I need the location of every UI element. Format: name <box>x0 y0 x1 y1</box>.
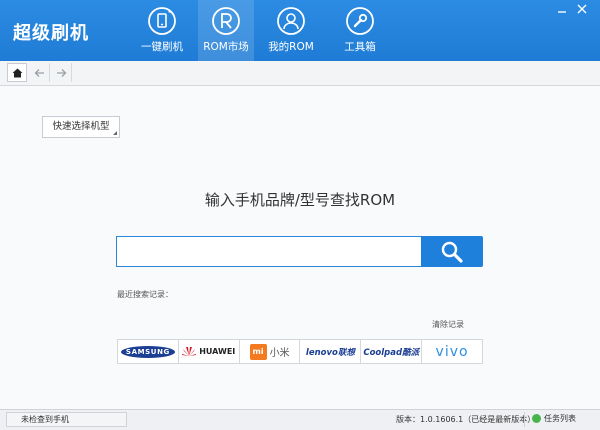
brand-coolpad[interactable]: Coolpad酷派 <box>361 340 423 363</box>
rom-market-icon <box>212 7 240 35</box>
corner-arrow-icon <box>113 131 117 135</box>
brand-badge: mi <box>249 343 267 360</box>
user-icon <box>277 7 305 35</box>
brand-label: Coolpad酷派 <box>363 347 420 358</box>
device-status: 未检查到手机 <box>6 412 127 427</box>
wrench-icon <box>346 7 374 35</box>
close-button[interactable] <box>575 4 588 15</box>
task-list-label: 任务列表 <box>544 414 576 423</box>
version-info: 版本：1.0.1606.1（已经是最新版本） <box>396 415 536 424</box>
task-list-button[interactable]: 任务列表 <box>532 413 576 424</box>
recent-searches-label: 最近搜索记录： <box>117 290 173 299</box>
app-title: 超级刷机 <box>13 23 89 44</box>
back-arrow-icon <box>34 68 44 77</box>
brand-label: 小米 <box>269 348 290 359</box>
brand-huawei[interactable]: HUAWEI <box>179 340 240 363</box>
brand-xiaomi[interactable]: mi 小米 <box>240 340 301 363</box>
nav-toolbar <box>0 61 600 86</box>
status-bar: 未检查到手机 版本：1.0.1606.1（已经是最新版本） 任务列表 <box>0 409 600 430</box>
search-title: 输入手机品牌/型号查找ROM <box>204 191 396 209</box>
brand-lenovo[interactable]: lenovo联想 <box>300 340 362 363</box>
search-input[interactable] <box>116 236 422 267</box>
search-button[interactable] <box>421 236 483 267</box>
brand-list: SAMSUNG HUAWEI mi 小米 lenovo联想 Coolpad酷派 … <box>117 339 483 364</box>
brand-label: lenovo联想 <box>305 347 355 358</box>
back-button[interactable] <box>29 63 50 82</box>
brand-vivo[interactable]: vivo <box>422 340 482 363</box>
minimize-button[interactable] <box>555 4 568 15</box>
brand-label: HUAWEI <box>199 347 236 356</box>
minimize-icon <box>557 11 566 13</box>
quick-select-label: 快速选择机型 <box>52 121 110 132</box>
status-divider <box>524 412 525 427</box>
task-check-icon <box>532 414 541 423</box>
forward-arrow-icon <box>56 68 66 77</box>
tab-label: ROM市场 <box>203 41 249 53</box>
tab-one-click-flash[interactable]: 一键刷机 <box>134 0 190 61</box>
phone-refresh-icon <box>148 7 176 35</box>
tab-toolbox[interactable]: 工具箱 <box>332 0 388 61</box>
brand-label: SAMSUNG <box>120 345 175 358</box>
tab-rom-market[interactable]: ROM市场 <box>198 0 254 61</box>
home-icon <box>12 68 22 77</box>
rom-market-page: 快速选择机型 输入手机品牌/型号查找ROM 最近搜索记录： 清除记录 SAMSU… <box>0 86 600 409</box>
tab-label: 工具箱 <box>344 41 376 53</box>
huawei-flower-icon <box>182 347 197 356</box>
tab-label: 我的ROM <box>268 41 314 53</box>
clear-history-link[interactable]: 清除记录 <box>432 319 464 330</box>
search-icon <box>441 241 463 263</box>
title-bar: 超级刷机 一键刷机 ROM市场 我的ROM 工具箱 <box>0 0 600 61</box>
close-icon <box>577 4 586 14</box>
brand-samsung[interactable]: SAMSUNG <box>118 340 179 363</box>
brand-label: vivo <box>435 343 469 360</box>
home-button[interactable] <box>7 63 27 82</box>
forward-button[interactable] <box>51 63 72 82</box>
tab-my-rom[interactable]: 我的ROM <box>263 0 319 61</box>
tab-label: 一键刷机 <box>141 41 183 53</box>
quick-select-model-button[interactable]: 快速选择机型 <box>42 116 120 138</box>
